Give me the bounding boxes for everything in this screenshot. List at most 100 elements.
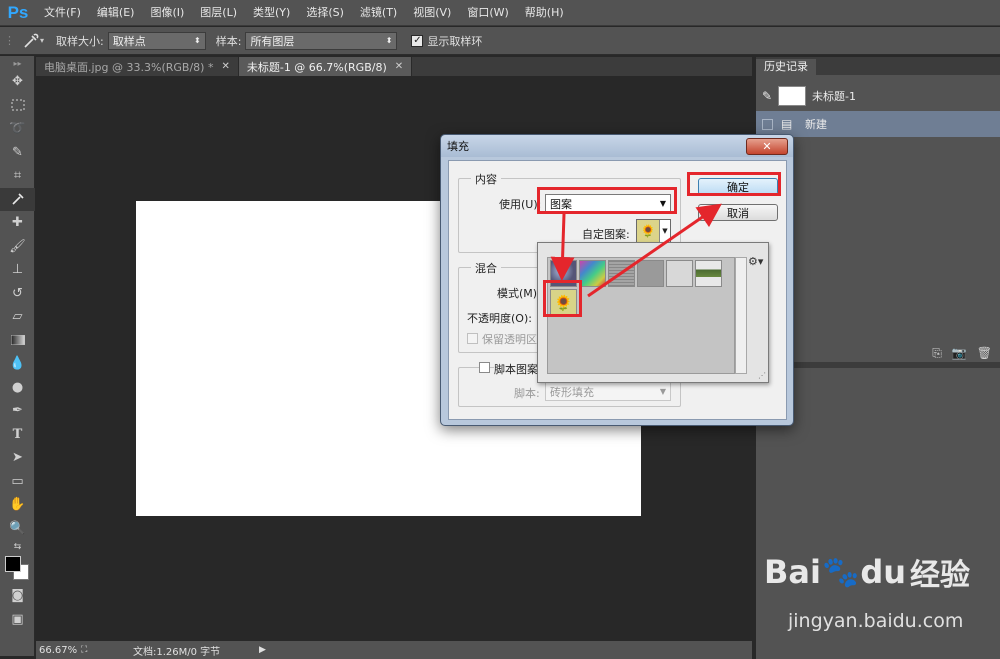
trash-icon[interactable]: 🗑: [977, 346, 992, 360]
gradient-tool-icon[interactable]: [0, 329, 35, 353]
watermark-cn: 经验: [910, 558, 970, 593]
menu-select[interactable]: 选择(S): [298, 0, 352, 26]
document-icon: ▤: [781, 117, 793, 131]
status-bar: 66.67% ⛶ 文档:1.26M/0 字节 ▶: [36, 641, 752, 659]
eyedropper-tool-icon[interactable]: [0, 187, 35, 211]
custom-pattern-picker[interactable]: 🌻 ▼: [636, 219, 671, 243]
document-tabs: 电脑桌面.jpg @ 33.3%(RGB/8) * ✕ 未标题-1 @ 66.7…: [36, 57, 752, 76]
dropdown-arrow-icon: ▼: [659, 220, 670, 242]
pattern-swatch-laid-horizontal[interactable]: [608, 260, 635, 287]
marquee-tool-icon[interactable]: [0, 94, 35, 118]
quick-mask-icon[interactable]: ◙: [0, 584, 35, 608]
dodge-tool-icon[interactable]: ●: [0, 376, 35, 400]
blur-tool-icon[interactable]: 💧: [0, 352, 35, 376]
healing-brush-tool-icon[interactable]: ✚: [0, 211, 35, 235]
updown-icon: ⬍: [194, 36, 201, 45]
use-select[interactable]: 图案 ▼: [545, 194, 671, 213]
menu-window[interactable]: 窗口(W): [459, 0, 516, 26]
doc-info: 文档:1.26M/0 字节: [133, 646, 221, 658]
pattern-picker-popup: 🌻 ⚙▾ ⋰: [537, 242, 769, 383]
history-brush-tool-icon[interactable]: ↺: [0, 282, 35, 306]
sample-size-select[interactable]: 取样点 ⬍: [107, 31, 206, 50]
pattern-scrollbar[interactable]: [735, 257, 747, 374]
swap-colors-icon[interactable]: ⇆: [0, 540, 35, 554]
opacity-label: 不透明度(O):: [467, 312, 532, 325]
menu-view[interactable]: 视图(V): [405, 0, 459, 26]
crop-tool-icon[interactable]: ⌗: [0, 164, 35, 188]
foreground-color-swatch[interactable]: [5, 556, 21, 572]
sample-label: 样本:: [215, 34, 242, 48]
history-item-new[interactable]: ▤ 新建: [756, 111, 1000, 137]
resize-grip-icon[interactable]: ⋰: [758, 371, 766, 380]
pattern-swatch-grass[interactable]: [695, 260, 722, 287]
ok-button[interactable]: 确定: [698, 178, 778, 195]
show-ring-label: 显示取样环: [427, 34, 483, 48]
lasso-tool-icon[interactable]: ➰: [0, 117, 35, 141]
close-icon[interactable]: ✕: [746, 137, 788, 155]
dropdown-arrow-icon: ▼: [659, 199, 666, 208]
rectangle-tool-icon[interactable]: ▭: [0, 470, 35, 494]
color-swatches[interactable]: [0, 554, 35, 584]
proof-icon: ⛶: [81, 645, 88, 655]
panel-tabbar: 历史记录: [756, 57, 1000, 75]
camera-icon[interactable]: 📷: [952, 346, 967, 360]
script-pattern-checkbox[interactable]: [479, 362, 490, 373]
paw-icon: 🐾: [821, 554, 860, 590]
tab-desktop-jpg[interactable]: 电脑桌面.jpg @ 33.3%(RGB/8) * ✕: [36, 57, 239, 76]
cancel-button[interactable]: 取消: [698, 204, 778, 221]
move-tool-icon[interactable]: ✥: [0, 70, 35, 94]
dropdown-arrow-icon: ▼: [659, 387, 666, 396]
use-label: 使用(U):: [499, 198, 542, 211]
new-document-from-state-icon[interactable]: ⎘: [932, 346, 942, 361]
history-brush-icon: ✎: [761, 89, 773, 103]
status-arrow-icon[interactable]: ▶: [259, 645, 266, 655]
brush-tool-icon[interactable]: 🖌: [0, 235, 35, 259]
tab-untitled-1[interactable]: 未标题-1 @ 66.7%(RGB/8) ✕: [238, 57, 413, 76]
tab-history[interactable]: 历史记录: [756, 59, 816, 75]
menu-image[interactable]: 图像(I): [142, 0, 192, 26]
clone-stamp-tool-icon[interactable]: ⊥: [0, 258, 35, 282]
close-icon[interactable]: ✕: [395, 61, 403, 72]
pattern-swatch-sunflower[interactable]: 🌻: [550, 289, 577, 316]
history-snapshot[interactable]: ✎ 未标题-1: [756, 83, 1000, 109]
quick-select-tool-icon[interactable]: ✎: [0, 141, 35, 165]
screen-mode-icon[interactable]: ▣: [0, 608, 35, 632]
collapse-icon[interactable]: ▸▸: [0, 56, 35, 70]
custom-pattern-label: 自定图案:: [582, 228, 630, 241]
pattern-swatch-tie-dye[interactable]: [579, 260, 606, 287]
watermark-brand: Bai: [764, 553, 821, 591]
menu-edit[interactable]: 编辑(E): [89, 0, 143, 26]
hand-tool-icon[interactable]: ✋: [0, 493, 35, 517]
pattern-swatch-fine-grain[interactable]: [637, 260, 664, 287]
zoom-tool-icon[interactable]: 🔍: [0, 517, 35, 541]
script-label: 脚本:: [514, 387, 540, 400]
pattern-swatch-bubbles[interactable]: [550, 260, 577, 287]
options-bar: ⋮ ▾ 取样大小: 取样点 ⬍ 样本: 所有图层 ⬍ ✓ 显示取样环: [0, 27, 1000, 55]
zoom-level[interactable]: 66.67%: [39, 645, 81, 656]
pen-tool-icon[interactable]: ✒: [0, 399, 35, 423]
close-icon[interactable]: ✕: [221, 61, 229, 72]
pattern-swatch-gray-granite[interactable]: [666, 260, 693, 287]
watermark-logo: Bai 🐾 du 经验: [764, 550, 970, 594]
sample-select[interactable]: 所有图层 ⬍: [245, 31, 398, 50]
type-tool-icon[interactable]: T: [0, 423, 35, 447]
menu-type[interactable]: 类型(Y): [245, 0, 298, 26]
sample-size-value: 取样点: [112, 34, 146, 48]
path-select-tool-icon[interactable]: ➤: [0, 446, 35, 470]
script-select[interactable]: 砖形填充 ▼: [545, 382, 671, 401]
tab-label: 未标题-1 @ 66.7%(RGB/8): [246, 60, 387, 74]
gear-icon[interactable]: ⚙▾: [748, 255, 763, 268]
eraser-tool-icon[interactable]: ▱: [0, 305, 35, 329]
menu-filter[interactable]: 滤镜(T): [352, 0, 405, 26]
dialog-titlebar[interactable]: 填充 ✕: [441, 135, 793, 157]
menu-layer[interactable]: 图层(L): [192, 0, 245, 26]
menu-help[interactable]: 帮助(H): [517, 0, 572, 26]
history-state-checkbox[interactable]: [762, 118, 773, 130]
menu-file[interactable]: 文件(F): [36, 0, 89, 26]
show-ring-checkbox[interactable]: ✓: [411, 34, 424, 47]
eyedropper-preset-icon[interactable]: ▾: [22, 32, 48, 50]
updown-icon: ⬍: [385, 36, 393, 45]
script-pattern-label: 脚本图案: [494, 361, 541, 377]
preserve-transparency-checkbox[interactable]: [467, 333, 478, 344]
snapshot-thumbnail: [778, 86, 806, 106]
